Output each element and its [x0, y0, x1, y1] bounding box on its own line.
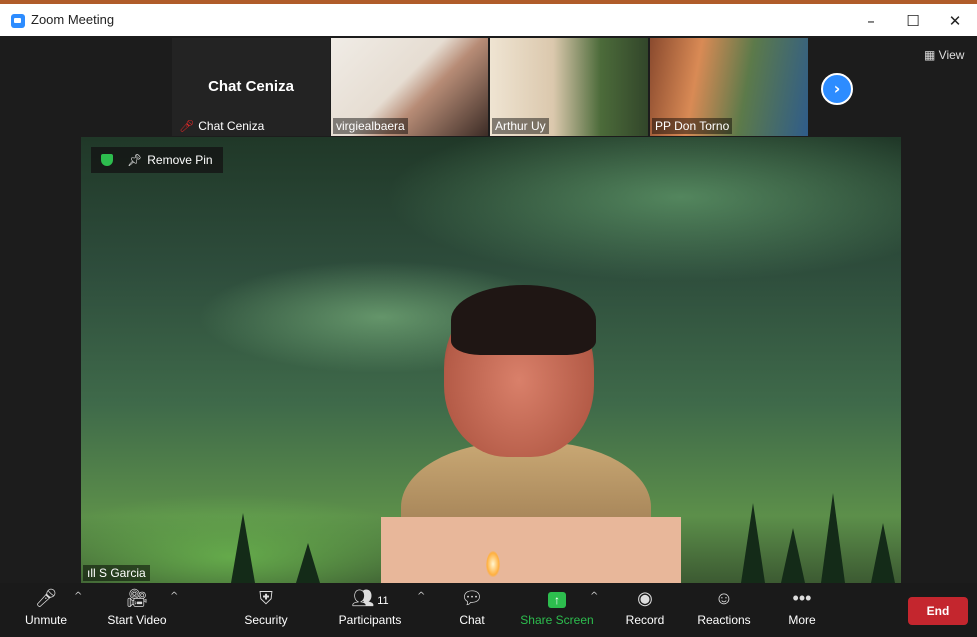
zoom-icon — [11, 14, 25, 28]
audio-options-chevron-icon[interactable]: ^ — [74, 591, 82, 602]
participants-button[interactable]: 👥︎ 11 Participants — [332, 583, 408, 637]
record-button[interactable]: ◉ Record — [622, 583, 668, 637]
next-page-arrow-icon[interactable]: › — [821, 73, 853, 105]
participants-icon: 👥︎ 11 — [351, 588, 389, 608]
participant-tile-pp-don-torno[interactable]: PP Don Torno — [650, 38, 808, 136]
close-button[interactable]: ✕ — [935, 7, 975, 35]
emoji-plus-icon: ☺ — [714, 588, 734, 608]
participant-name-label: virgiealbaera — [333, 118, 408, 134]
tree-shape — [871, 523, 895, 583]
muted-mic-icon: 🎤︎ — [179, 119, 195, 133]
view-button[interactable]: ▦ View — [924, 48, 964, 62]
tree-shape — [741, 503, 765, 583]
participant-tile-chat-ceniza[interactable]: Chat Ceniza 🎤︎ Chat Ceniza — [172, 38, 330, 136]
chat-button[interactable]: 💬︎ Chat — [452, 583, 492, 637]
end-meeting-button[interactable]: End — [908, 597, 968, 625]
meeting-toolbar: 🎤︎ Unmute ^ 🎥︎ Start Video ^ ⛨ Security 👥︎ 1… — [0, 583, 977, 637]
candle-flame — [486, 551, 500, 577]
more-button[interactable]: ••• More — [782, 583, 822, 637]
chat-bubble-icon: 💬︎ — [460, 588, 484, 608]
participant-tile-arthur-uy[interactable]: Arthur Uy — [490, 38, 648, 136]
muted-mic-icon: 🎤︎ — [34, 588, 58, 608]
tree-shape — [231, 513, 255, 583]
maximize-button[interactable]: ☐ — [893, 7, 933, 35]
participant-name-large: Chat Ceniza — [208, 78, 294, 95]
participant-count: 11 — [377, 595, 389, 607]
participant-name-label: PP Don Torno — [652, 118, 733, 134]
shield-icon — [101, 154, 113, 166]
reactions-button[interactable]: ☺ Reactions — [694, 583, 754, 637]
record-icon: ◉ — [637, 588, 653, 608]
security-button[interactable]: ⛨ Security — [238, 583, 294, 637]
tree-shape — [296, 543, 320, 583]
remove-pin-button[interactable]: 📌︎ Remove Pin — [91, 147, 223, 173]
video-options-chevron-icon[interactable]: ^ — [170, 591, 178, 602]
participant-name-label: Arthur Uy — [492, 118, 549, 134]
pinned-video: 📌︎ Remove Pin ıll S Garcia — [81, 137, 901, 583]
minimize-button[interactable]: – — [851, 7, 891, 35]
share-screen-button[interactable]: ↑ Share Screen — [518, 583, 596, 637]
participants-options-chevron-icon[interactable]: ^ — [417, 591, 425, 602]
tree-shape — [821, 493, 845, 583]
unmute-button[interactable]: 🎤︎ Unmute — [18, 583, 74, 637]
shield-icon: ⛨ — [259, 588, 273, 608]
window-title: Zoom Meeting — [31, 12, 115, 27]
speaker-name-label: ıll S Garcia — [83, 565, 150, 581]
pin-icon: 📌︎ — [127, 153, 143, 167]
title-bar: Zoom Meeting – ☐ ✕ — [0, 0, 977, 36]
participant-tile-virgiealbaera[interactable]: virgiealbaera — [331, 38, 488, 136]
share-screen-icon: ↑ — [518, 583, 596, 613]
video-off-icon: 🎥︎ — [125, 588, 149, 608]
person-hair — [451, 285, 596, 355]
cake-box — [381, 517, 681, 583]
start-video-button[interactable]: 🎥︎ Start Video — [102, 583, 172, 637]
participant-name-label: 🎤︎ Chat Ceniza — [179, 119, 265, 133]
more-dots-icon: ••• — [792, 588, 812, 608]
tree-shape — [781, 528, 805, 583]
share-options-chevron-icon[interactable]: ^ — [590, 591, 598, 602]
